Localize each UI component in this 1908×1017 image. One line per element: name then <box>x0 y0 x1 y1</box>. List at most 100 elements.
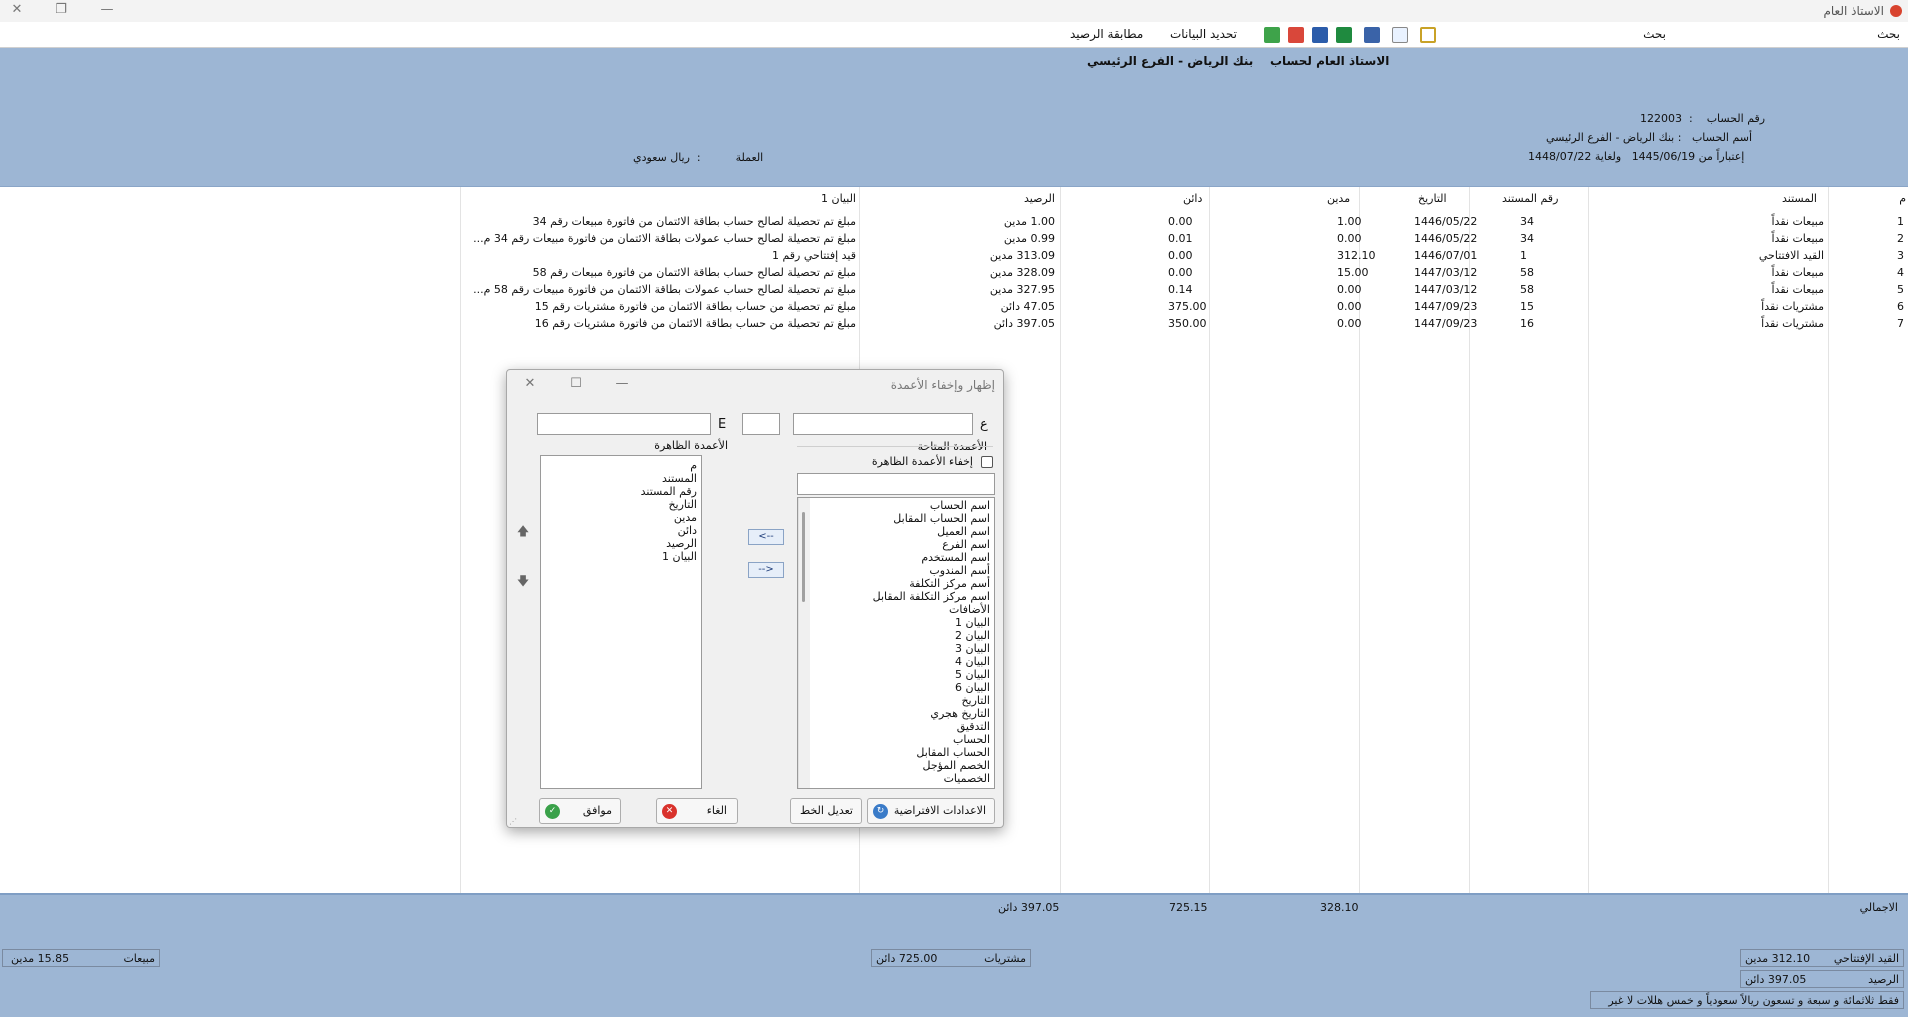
available-column-item[interactable]: البيان 3 <box>814 642 994 655</box>
calculator-icon[interactable] <box>1420 27 1436 43</box>
available-column-item[interactable]: اسم الحساب المقابل <box>814 512 994 525</box>
cancel-button[interactable]: ✕ الغاء <box>656 798 738 824</box>
col-header-date[interactable]: التاريخ <box>1418 190 1447 207</box>
visible-search-input[interactable] <box>537 413 711 435</box>
export-icon[interactable] <box>1264 27 1280 43</box>
available-column-item[interactable]: اسم العميل <box>814 525 994 538</box>
available-column-item[interactable]: البيان 6 <box>814 681 994 694</box>
cell-index: 4 <box>1897 266 1904 279</box>
ok-button[interactable]: ✓ موافق <box>539 798 621 824</box>
move-down-icon[interactable]: 🡇 <box>514 570 532 592</box>
defaults-button[interactable]: ↻ الاعدادات الافتراضية <box>867 798 995 824</box>
visible-column-item[interactable]: م <box>541 459 701 472</box>
visible-column-item[interactable]: التاريخ <box>541 498 701 511</box>
available-column-item[interactable]: البيان 2 <box>814 629 994 642</box>
account-name-value: بنك الرياض - الفرع الرئيسي <box>1546 131 1675 144</box>
available-column-item[interactable]: التدقيق <box>814 720 994 733</box>
font-button-label: تعديل الخط <box>800 804 853 817</box>
match-balance-button[interactable]: مطابقة الرصيد <box>1070 27 1143 41</box>
cell-balance: 0.99 مدين <box>1003 232 1055 245</box>
col-header-debit[interactable]: مدين <box>1327 190 1350 207</box>
to-date: 1448/07/22 <box>1528 150 1592 163</box>
move-up-icon[interactable]: 🡅 <box>514 520 532 542</box>
available-column-item[interactable]: الحساب المقابل <box>814 746 994 759</box>
hide-visible-checkbox[interactable] <box>981 456 993 468</box>
cell-doc-number: 16 <box>1520 317 1534 330</box>
close-window-icon[interactable]: ✕ <box>2 0 32 22</box>
available-column-item[interactable]: اسم الفرع <box>814 538 994 551</box>
dialog-maximize-icon[interactable]: ☐ <box>563 374 589 396</box>
table-row[interactable]: 4 مبيعات نقداً 58 1447/03/12 15.00 0.00 328.09… <box>0 264 1908 281</box>
cell-balance: 313.09 مدين <box>989 249 1055 262</box>
print-preview-icon[interactable] <box>1392 27 1408 43</box>
count-input[interactable] <box>742 413 780 435</box>
totals-panel: الاجمالي 328.10 725.15 397.05 دائن القيد… <box>0 893 1908 1017</box>
minimize-window-icon[interactable]: — <box>92 0 122 22</box>
table-row[interactable]: 2 مبيعات نقداً 34 1446/05/22 0.00 0.01 0.99 مد… <box>0 230 1908 247</box>
available-search-input[interactable] <box>793 413 973 435</box>
table-row[interactable]: 7 مشتريات نقداً 16 1447/09/23 0.00 350.00 397.… <box>0 315 1908 332</box>
available-column-item[interactable]: الأضافات <box>814 603 994 616</box>
available-column-item[interactable]: التاريخ هجري <box>814 707 994 720</box>
visible-column-item[interactable]: دائن <box>541 524 701 537</box>
cell-debit: 15.00 <box>1337 266 1369 279</box>
visible-column-item[interactable]: البيان 1 <box>541 550 701 563</box>
purchases-box: مشتريات 725.00 دائن <box>871 949 1031 967</box>
restore-window-icon[interactable]: ❐ <box>46 0 76 22</box>
font-button[interactable]: تعديل الخط <box>790 798 862 824</box>
available-items: اسم الحساب اسم الحساب المقابل اسم العميل اس… <box>814 499 994 785</box>
available-column-item[interactable]: التاريخ <box>814 694 994 707</box>
available-filter-input[interactable] <box>797 473 995 495</box>
refresh-data-button[interactable]: تحديد البيانات <box>1170 27 1237 41</box>
pdf-icon[interactable] <box>1288 27 1304 43</box>
available-column-item[interactable]: البيان 5 <box>814 668 994 681</box>
search-right-button[interactable]: بحث <box>1877 27 1900 41</box>
available-column-item[interactable]: اسم الحساب <box>814 499 994 512</box>
print-icon[interactable] <box>1364 27 1380 43</box>
available-column-item[interactable]: اسم المستخدم <box>814 551 994 564</box>
scrollbar-thumb[interactable] <box>802 512 805 602</box>
available-column-item[interactable]: البيان 4 <box>814 655 994 668</box>
visible-column-item[interactable]: مدين <box>541 511 701 524</box>
to-label: ولغاية <box>1594 150 1622 163</box>
cell-document: مشتريات نقداً <box>1761 317 1824 330</box>
col-header-index[interactable]: م <box>1899 190 1906 207</box>
available-column-item[interactable]: الخصم المؤجل <box>814 759 994 772</box>
visible-column-item[interactable]: الرصيد <box>541 537 701 550</box>
cell-index: 1 <box>1897 215 1904 228</box>
available-column-item[interactable]: الحساب <box>814 733 994 746</box>
available-column-item[interactable]: أسم مركز التكلفة <box>814 577 994 590</box>
resize-grip-icon[interactable]: ⋰ <box>509 817 517 826</box>
col-header-doc-number[interactable]: رقم المستند <box>1502 190 1558 207</box>
move-right-button[interactable]: --> <box>748 562 784 578</box>
col-header-balance[interactable]: الرصيد <box>1024 190 1055 207</box>
search-button[interactable]: بحث <box>1643 27 1666 41</box>
visible-column-item[interactable]: المستند <box>541 472 701 485</box>
available-column-item[interactable]: الخصميات <box>814 772 994 785</box>
col-header-credit[interactable]: دائن <box>1183 190 1202 207</box>
cell-debit: 0.00 <box>1337 300 1362 313</box>
dialog-close-icon[interactable]: ✕ <box>517 374 543 396</box>
move-left-button[interactable]: <-- <box>748 529 784 545</box>
table-row[interactable]: 3 القيد الافتتاحي 1 1446/07/01 312.10 0.00 313… <box>0 247 1908 264</box>
col-header-document[interactable]: المستند <box>1782 190 1817 207</box>
available-columns-list[interactable]: اسم الحساب اسم الحساب المقابل اسم العميل اس… <box>797 497 995 789</box>
dialog-minimize-icon[interactable]: — <box>609 374 635 396</box>
visible-column-item[interactable]: رقم المستند <box>541 485 701 498</box>
cell-credit: 0.00 <box>1168 249 1193 262</box>
available-column-item[interactable]: البيان 1 <box>814 616 994 629</box>
check-icon: ✓ <box>545 804 560 819</box>
available-list-scrollbar[interactable] <box>798 498 810 788</box>
available-column-item[interactable]: اسم مركز التكلفة المقابل <box>814 590 994 603</box>
table-row[interactable]: 1 مبيعات نقداً 34 1446/05/22 1.00 0.00 1.00 مد… <box>0 213 1908 230</box>
word-icon[interactable] <box>1312 27 1328 43</box>
sales-value: 15.85 مدين <box>11 952 70 965</box>
table-row[interactable]: 6 مشتريات نقداً 15 1447/09/23 0.00 375.00 47.0… <box>0 298 1908 315</box>
visible-columns-list[interactable]: م المستند رقم المستند التاريخ مدين دائن الرصيد… <box>540 455 702 789</box>
cell-statement: مبلغ تم تحصيلة لصالح حساب عمولات بطاقة ا… <box>473 232 856 245</box>
col-header-statement[interactable]: البيان 1 <box>821 190 856 207</box>
balance-label: الرصيد <box>1868 973 1899 986</box>
table-row[interactable]: 5 مبيعات نقداً 58 1447/03/12 0.00 0.14 327.95 … <box>0 281 1908 298</box>
available-column-item[interactable]: أسم المندوب <box>814 564 994 577</box>
excel-icon[interactable] <box>1336 27 1352 43</box>
